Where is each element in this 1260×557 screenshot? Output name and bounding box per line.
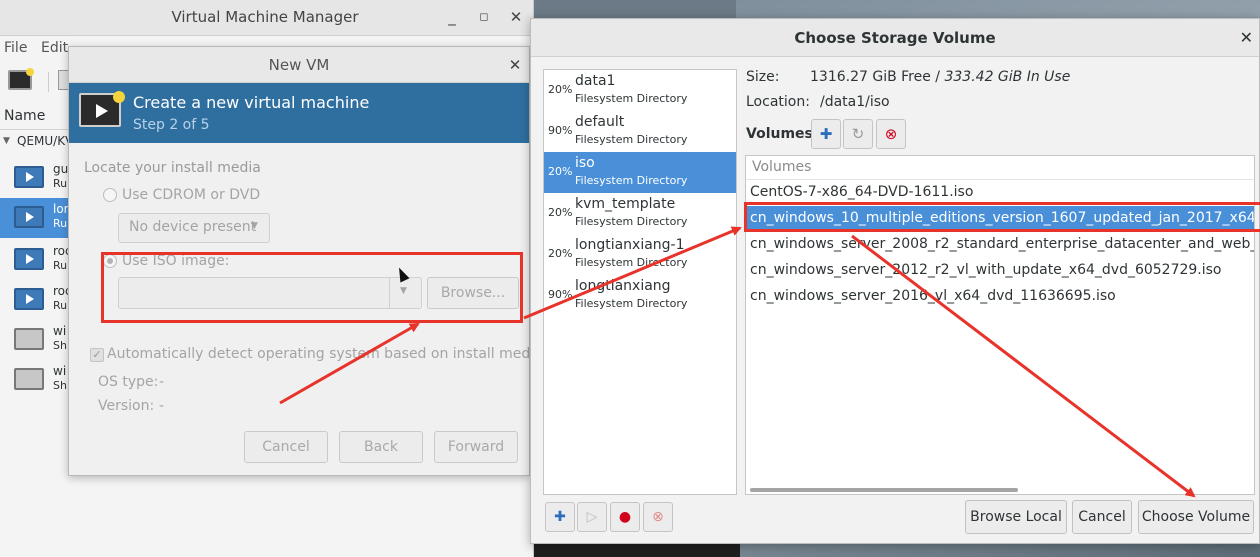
annotation-arrow: [851, 234, 1196, 498]
annotation-arrows: [279, 226, 1196, 498]
annotation-arrow: [523, 226, 742, 320]
annotation-arrow: [279, 322, 420, 405]
